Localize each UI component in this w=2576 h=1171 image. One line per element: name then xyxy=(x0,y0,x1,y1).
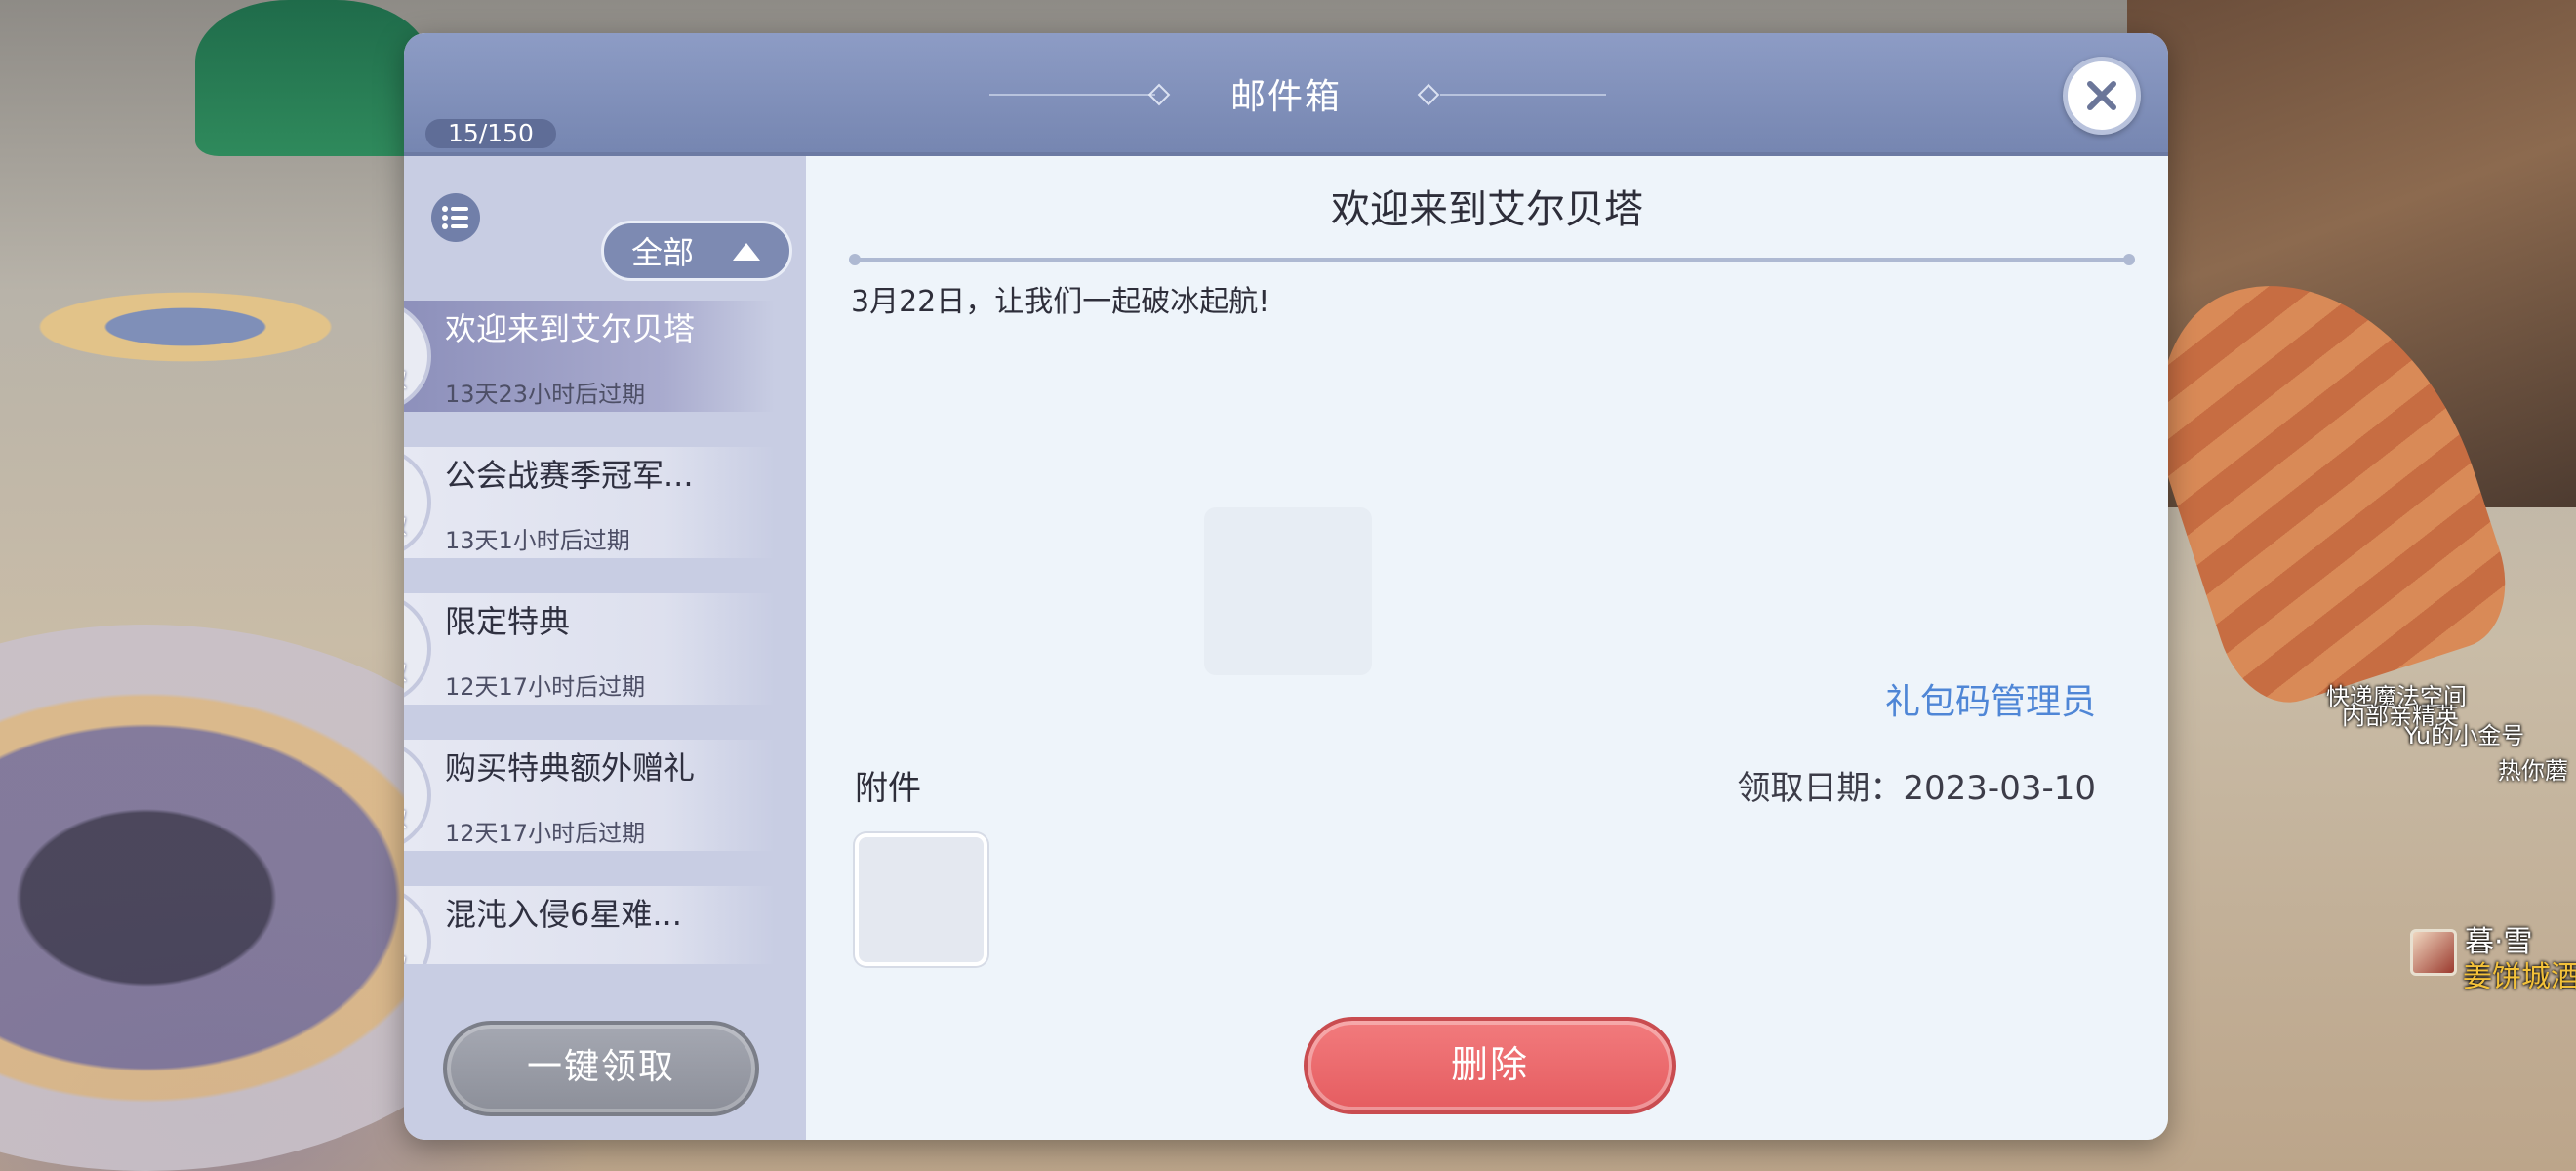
title-divider xyxy=(849,254,2135,265)
mail-body: 3月22日，让我们一起破冰起航! xyxy=(851,285,1270,319)
mail-subject: 混沌入侵6星难... xyxy=(445,896,682,933)
list-icon xyxy=(442,206,468,229)
mail-subject: 欢迎来到艾尔贝塔 xyxy=(445,310,696,347)
mail-expiry: 13天23小时后过期 xyxy=(445,381,646,408)
attachment-label: 附件 xyxy=(855,769,921,808)
delete-button[interactable]: 删除 xyxy=(1304,1017,1676,1114)
mail-title: 欢迎来到艾尔贝塔 xyxy=(1331,187,1643,232)
claimed-label: 已领取 xyxy=(404,949,427,964)
filter-label: 全部 xyxy=(631,234,695,271)
mail-list-item[interactable]: 已领取 混沌入侵6星难... xyxy=(404,885,806,964)
triangle-up-icon xyxy=(733,243,760,261)
mail-subject: 限定特典 xyxy=(445,603,571,640)
mail-list-item[interactable]: 已领取 公会战赛季冠军... 13天1小时后过期 xyxy=(404,446,806,570)
claimed-label: 已领取 xyxy=(404,363,427,394)
attachment-slot[interactable] xyxy=(855,833,987,966)
mail-list-item[interactable]: 已领取 购买特典额外赠礼 12天17小时后过期 xyxy=(404,739,806,863)
filter-dropdown[interactable]: 全部 xyxy=(601,221,792,281)
claim-all-button[interactable]: 一键领取 xyxy=(443,1021,759,1116)
mail-sender: 礼包码管理员 xyxy=(1884,682,2096,722)
world-label: Yu的小金号 xyxy=(2404,722,2525,749)
close-button[interactable] xyxy=(2063,57,2141,135)
claimed-label: 已领取 xyxy=(404,509,427,541)
trees-decoration xyxy=(195,0,429,156)
mail-list: 已领取 欢迎来到艾尔贝塔 13天23小时后过期 已领取 公会战赛季冠军... 1… xyxy=(404,301,806,964)
player-avatar-icon[interactable] xyxy=(2410,929,2457,976)
claim-date: 领取日期：2023-03-10 xyxy=(1737,769,2096,808)
watermark-logo xyxy=(1204,507,1372,675)
mailbox-titlebar: 邮件箱 15/150 xyxy=(404,33,2168,156)
plaza-marking xyxy=(0,283,371,371)
mail-detail: 欢迎来到艾尔贝塔 3月22日，让我们一起破冰起航! 礼包码管理员 附件 领取日期… xyxy=(806,156,2168,1140)
close-icon xyxy=(2087,81,2116,110)
mailbox-title: 邮件箱 xyxy=(1229,77,1342,117)
guild-name-label: 姜饼城酒 xyxy=(2463,960,2576,994)
mail-list-sidebar: 全部 已领取 欢迎来到艾尔贝塔 13天23小时后过期 已领取 公会战赛季冠军..… xyxy=(404,156,806,1140)
mail-count-badge: 15/150 xyxy=(425,119,556,148)
mail-subject: 公会战赛季冠军... xyxy=(445,457,694,494)
mail-expiry: 12天17小时后过期 xyxy=(445,673,646,701)
mail-expiry: 12天17小时后过期 xyxy=(445,820,646,847)
mailbox-panel: 邮件箱 15/150 全部 欢迎来到艾尔贝塔 13天23小时后过期 公会战赛季冠… xyxy=(404,33,2168,1140)
mail-list-item[interactable]: 已领取 限定特典 12天17小时后过期 xyxy=(404,592,806,716)
mail-subject: 购买特典额外赠礼 xyxy=(445,749,696,787)
claimed-label: 已领取 xyxy=(404,656,427,687)
mail-list-item[interactable]: 已领取 欢迎来到艾尔贝塔 13天23小时后过期 xyxy=(404,301,806,424)
claimed-label: 已领取 xyxy=(404,802,427,833)
world-label: 热你蘑 xyxy=(2498,757,2568,785)
mail-expiry: 13天1小时后过期 xyxy=(445,527,630,554)
list-view-button[interactable] xyxy=(431,193,480,242)
